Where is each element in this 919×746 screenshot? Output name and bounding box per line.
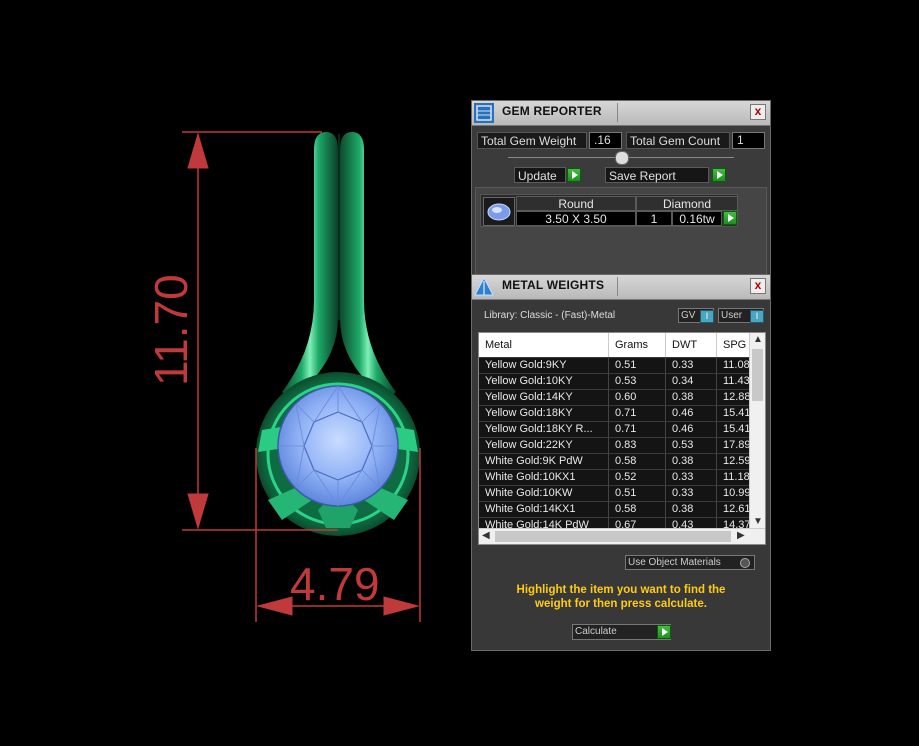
radio-icon[interactable]	[740, 558, 750, 568]
metal-name: Yellow Gold:9KY	[479, 358, 609, 373]
dwt-value: 0.38	[666, 454, 717, 469]
width-dimension-label: 4.79	[290, 558, 380, 610]
dwt-value: 0.53	[666, 438, 717, 453]
metal-name: Yellow Gold:14KY	[479, 390, 609, 405]
gem-reporter-title: GEM REPORTER	[502, 104, 602, 118]
gem-shape: Round	[516, 196, 636, 211]
scale-icon	[473, 276, 495, 298]
metal-table[interactable]: Metal Grams DWT SPG Yellow Gold:9KY 0.51 0…	[478, 332, 766, 545]
viewport[interactable]: 11.70 4.79	[0, 0, 465, 741]
grams-value: 0.60	[609, 390, 666, 405]
table-row[interactable]: White Gold:10KW 0.51 0.33 10.99	[479, 485, 757, 501]
column-header-dwt[interactable]: DWT	[666, 333, 717, 357]
vertical-scrollbar[interactable]: ▲ ▼	[749, 333, 765, 530]
dwt-value: 0.38	[666, 390, 717, 405]
save-report-button[interactable]: Save Report	[605, 167, 709, 183]
total-gem-count-field[interactable]: 1	[732, 132, 765, 149]
scroll-right-icon[interactable]: ▶	[737, 530, 745, 541]
grams-value: 0.83	[609, 438, 666, 453]
update-play-icon[interactable]	[567, 168, 581, 182]
use-object-materials-toggle[interactable]: Use Object Materials	[625, 555, 755, 570]
dwt-value: 0.46	[666, 422, 717, 437]
close-icon[interactable]: x	[750, 104, 766, 120]
table-row[interactable]: Yellow Gold:10KY 0.53 0.34 11.43	[479, 373, 757, 389]
titlebar-divider	[617, 277, 618, 296]
pendant-drawing: 11.70 4.79	[145, 131, 421, 622]
grams-value: 0.58	[609, 502, 666, 517]
round-gem-icon	[483, 197, 515, 226]
dwt-value: 0.34	[666, 374, 717, 389]
grams-value: 0.51	[609, 486, 666, 501]
metal-name: White Gold:9K PdW	[479, 454, 609, 469]
metal-name: White Gold:10KX1	[479, 470, 609, 485]
table-row[interactable]: Yellow Gold:9KY 0.51 0.33 11.08	[479, 357, 757, 373]
use-object-materials-label: Use Object Materials	[628, 557, 721, 568]
dwt-value: 0.33	[666, 486, 717, 501]
gem-weight: 0.16tw	[672, 211, 722, 226]
table-row[interactable]: Yellow Gold:14KY 0.60 0.38 12.88	[479, 389, 757, 405]
table-row[interactable]: Yellow Gold:18KY R... 0.71 0.46 15.41	[479, 421, 757, 437]
gem-reporter-titlebar[interactable]: GEM REPORTER x	[472, 101, 770, 126]
grams-value: 0.71	[609, 422, 666, 437]
scroll-left-icon[interactable]: ◀	[482, 530, 490, 541]
metal-name: Yellow Gold:10KY	[479, 374, 609, 389]
user-toggle-button[interactable]: I	[750, 310, 764, 323]
metal-name: Yellow Gold:18KY R...	[479, 422, 609, 437]
gem-reporter-panel: GEM REPORTER x Total Gem Weight .16 Tota…	[471, 100, 771, 277]
gv-label: GV	[681, 310, 696, 321]
metal-name: White Gold:10KW	[479, 486, 609, 501]
column-header-grams[interactable]: Grams	[609, 333, 666, 357]
dwt-value: 0.38	[666, 502, 717, 517]
metal-weights-titlebar[interactable]: METAL WEIGHTS x	[472, 275, 770, 300]
gem-reporter-icon	[473, 102, 495, 124]
calculate-play-icon[interactable]	[657, 625, 671, 639]
pendant-bail	[282, 132, 396, 400]
height-dimension-label: 11.70	[145, 274, 197, 386]
save-report-play-icon[interactable]	[712, 168, 726, 182]
metal-name: White Gold:14KX1	[479, 502, 609, 517]
close-icon[interactable]: x	[750, 278, 766, 294]
gem-count: 1	[636, 211, 672, 226]
gv-toggle-button[interactable]: I	[700, 310, 714, 323]
metal-weights-panel: METAL WEIGHTS x Library: Classic - (Fast…	[471, 274, 771, 651]
scroll-up-icon[interactable]: ▲	[753, 334, 763, 345]
gem-list-row[interactable]: Round Diamond 3.50 X 3.50 1 0.16tw	[480, 194, 738, 227]
table-row[interactable]: Yellow Gold:18KY 0.71 0.46 15.41	[479, 405, 757, 421]
gem-stone	[277, 385, 399, 507]
gem-type: Diamond	[636, 196, 738, 211]
vertical-scroll-thumb[interactable]	[752, 349, 763, 401]
library-label: Library: Classic - (Fast)-Metal	[484, 310, 616, 321]
update-button[interactable]: Update	[514, 167, 566, 183]
grams-value: 0.52	[609, 470, 666, 485]
slider-knob[interactable]	[615, 151, 629, 165]
total-gem-weight-field[interactable]: .16	[589, 132, 622, 149]
table-row[interactable]: Yellow Gold:22KY 0.83 0.53 17.89	[479, 437, 757, 453]
gem-size: 3.50 X 3.50	[516, 211, 636, 226]
gem-row-play-icon[interactable]	[723, 211, 737, 225]
calculate-label: Calculate	[575, 626, 617, 637]
grams-value: 0.71	[609, 406, 666, 421]
instruction-text: Highlight the item you want to find the …	[516, 584, 726, 610]
titlebar-divider	[617, 103, 618, 122]
table-row[interactable]: White Gold:14KX1 0.58 0.38 12.61	[479, 501, 757, 517]
dwt-value: 0.33	[666, 470, 717, 485]
table-row[interactable]: White Gold:10KX1 0.52 0.33 11.18	[479, 469, 757, 485]
dwt-value: 0.33	[666, 358, 717, 373]
grams-value: 0.51	[609, 358, 666, 373]
scroll-down-icon[interactable]: ▼	[753, 516, 763, 527]
horizontal-scroll-thumb[interactable]	[495, 531, 731, 542]
user-label: User	[721, 310, 743, 321]
metal-name: Yellow Gold:18KY	[479, 406, 609, 421]
dwt-value: 0.46	[666, 406, 717, 421]
grams-value: 0.58	[609, 454, 666, 469]
metal-name: Yellow Gold:22KY	[479, 438, 609, 453]
table-row[interactable]: White Gold:9K PdW 0.58 0.38 12.59	[479, 453, 757, 469]
total-gem-count-label: Total Gem Count	[626, 132, 730, 149]
metal-weights-title: METAL WEIGHTS	[502, 278, 605, 292]
grams-value: 0.53	[609, 374, 666, 389]
total-gem-weight-label: Total Gem Weight	[477, 132, 587, 149]
horizontal-scrollbar[interactable]: ◀ ▶	[479, 528, 765, 544]
table-header: Metal Grams DWT SPG	[479, 333, 757, 357]
column-header-metal[interactable]: Metal	[479, 333, 609, 357]
